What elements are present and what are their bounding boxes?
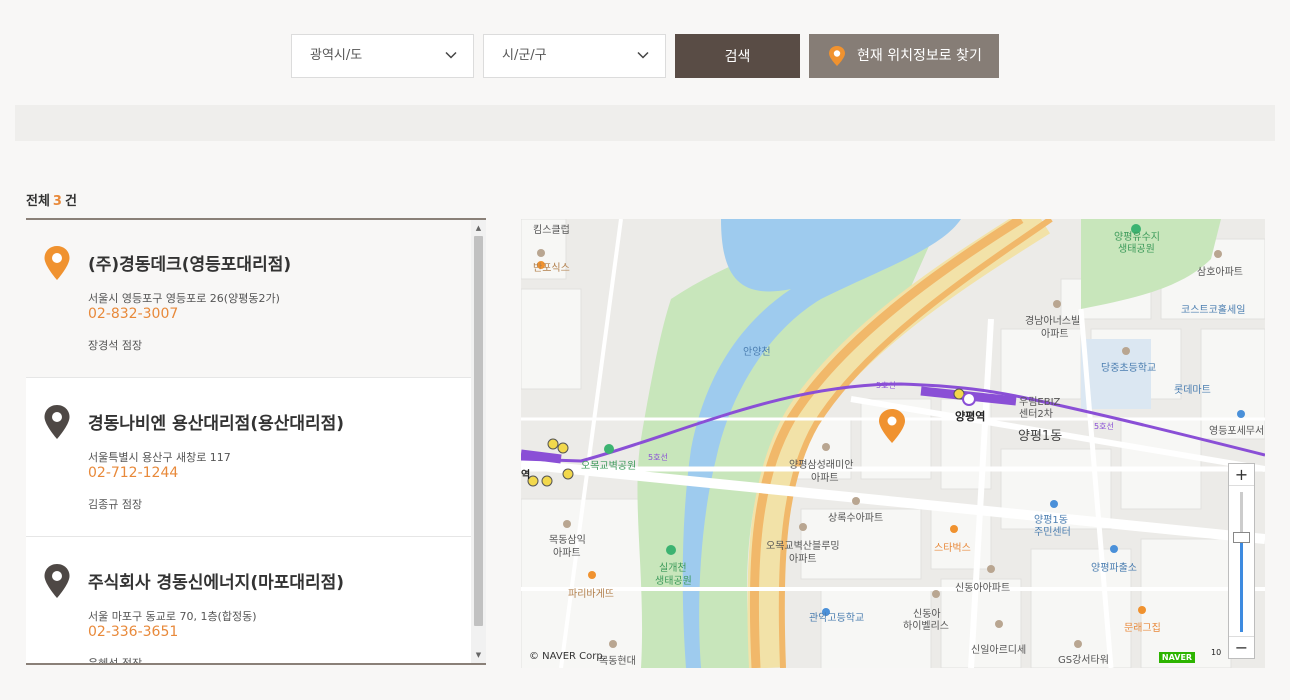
map-label: 영등포세무서 [1209,426,1265,437]
map-label: 안양천 [743,347,771,358]
map-label: 아파트 [789,554,817,565]
naver-logo: NAVER [1159,652,1195,663]
chevron-down-icon [445,51,457,59]
store-manager: 장경석 점장 [88,339,143,352]
result-count-number: 3 [52,194,62,209]
store-phone[interactable]: 02-336-3651 [88,624,178,640]
store-item[interactable]: 경동나비엔 용산대리점(용산대리점) 서울특별시 용산구 새창로 117 02-… [26,379,471,537]
map-label: 문래그집 [1124,623,1161,634]
map-label: 롯데마트 [1174,385,1211,396]
store-name: 주식회사 경동신에너지(마포대리점) [88,573,345,593]
district-select[interactable]: 시/군/구 [483,34,666,78]
map-label: 양평1동 [1018,429,1063,444]
store-address: 서울 마포구 동교로 70, 1층(합정동) [88,610,257,623]
store-name: 경동나비엔 용산대리점(용산대리점) [88,414,345,434]
store-list: (주)경동데크(영등포대리점) 서울시 영등포구 영등포로 26(양평동2가) … [26,218,486,665]
map-label: 생태공원 [1118,244,1155,255]
map-label: 삼호아파트 [1197,267,1243,278]
location-pin-icon [44,564,70,598]
map-label: 반포식스 [533,263,570,274]
map-label: 파리바게뜨 [568,589,614,600]
current-location-button[interactable]: 현재 위치정보로 찾기 [809,34,999,78]
map-label: 양평파출소 [1091,563,1137,574]
map-label: 5호선 [876,381,896,390]
map-view[interactable]: 킴스클럽 반포식스 안양천 5호선 5호선 5호선 양평역 양평1동 우림EBI… [521,219,1265,668]
map-label: 센터2차 [1019,409,1053,420]
search-bar: 광역시/도 시/군/구 [15,0,1275,105]
store-manager: 김종규 점장 [88,498,143,511]
map-label: 역 [521,470,531,481]
location-pin-icon [44,246,70,280]
map-label: 아파트 [1041,329,1069,340]
map-label: 5호선 [648,453,668,462]
store-name: (주)경동데크(영등포대리점) [88,255,292,275]
store-address: 서울시 영등포구 영등포로 26(양평동2가) [88,292,280,305]
location-pin-icon [829,46,845,66]
map-label: 관악고등학교 [809,613,865,624]
current-location-label: 현재 위치정보로 찾기 [857,48,982,64]
chevron-down-icon [637,51,649,59]
result-count-unit: 건 [64,194,77,209]
map-label: 아파트 [811,473,839,484]
map-label: 상록수아파트 [828,513,884,524]
divider-strip [15,105,1275,141]
map-label: 아파트 [553,548,581,559]
map-label: 신일아르디세 [971,645,1027,656]
map-scale: 10 [1211,648,1222,657]
map-label: GS강서타워 [1058,655,1109,666]
result-count-label: 전체 [26,194,50,209]
scroll-up-arrow-icon[interactable]: ▲ [474,223,483,233]
region-select[interactable]: 광역시/도 [291,34,474,78]
scrollbar-thumb[interactable] [474,236,483,626]
result-count: 전체 3 건 [26,190,77,209]
store-manager: 윤혜선 점장 [88,657,143,665]
map-copyright: © NAVER Corp. [529,651,606,662]
map-label: 당중초등학교 [1101,363,1157,374]
store-phone[interactable]: 02-832-3007 [88,306,178,322]
zoom-slider-handle[interactable] [1233,532,1250,543]
store-phone[interactable]: 02-712-1244 [88,465,178,481]
district-select-label: 시/군/구 [502,48,547,63]
store-item[interactable]: (주)경동데크(영등포대리점) 서울시 영등포구 영등포로 26(양평동2가) … [26,220,471,378]
map-label: 킴스클럽 [533,225,570,236]
map-label: 코스트코홀세일 [1181,305,1246,316]
map-label: 신동아아파트 [955,583,1011,594]
map-label: 오목교벽공원 [581,461,637,472]
zoom-control: + − [1228,463,1255,659]
map-label: 5호선 [1094,422,1114,431]
scroll-down-arrow-icon[interactable]: ▼ [474,650,483,660]
search-button[interactable]: 검색 [675,34,800,78]
store-item[interactable]: 주식회사 경동신에너지(마포대리점) 서울 마포구 동교로 70, 1층(합정동… [26,538,471,665]
store-address: 서울특별시 용산구 새창로 117 [88,451,231,464]
zoom-slider-fill [1240,538,1243,632]
zoom-in-button[interactable]: + [1229,464,1254,486]
map-label: 양평역 [955,410,986,423]
zoom-out-button[interactable]: − [1229,636,1254,658]
map-label: 하이벨리스 [903,621,949,632]
map-label: 스타벅스 [934,543,971,554]
map-label: 주민센터 [1034,527,1071,538]
location-pin-icon [44,405,70,439]
map-canvas [521,219,1265,668]
region-select-label: 광역시/도 [310,48,363,63]
map-label: 생태공원 [655,576,692,587]
